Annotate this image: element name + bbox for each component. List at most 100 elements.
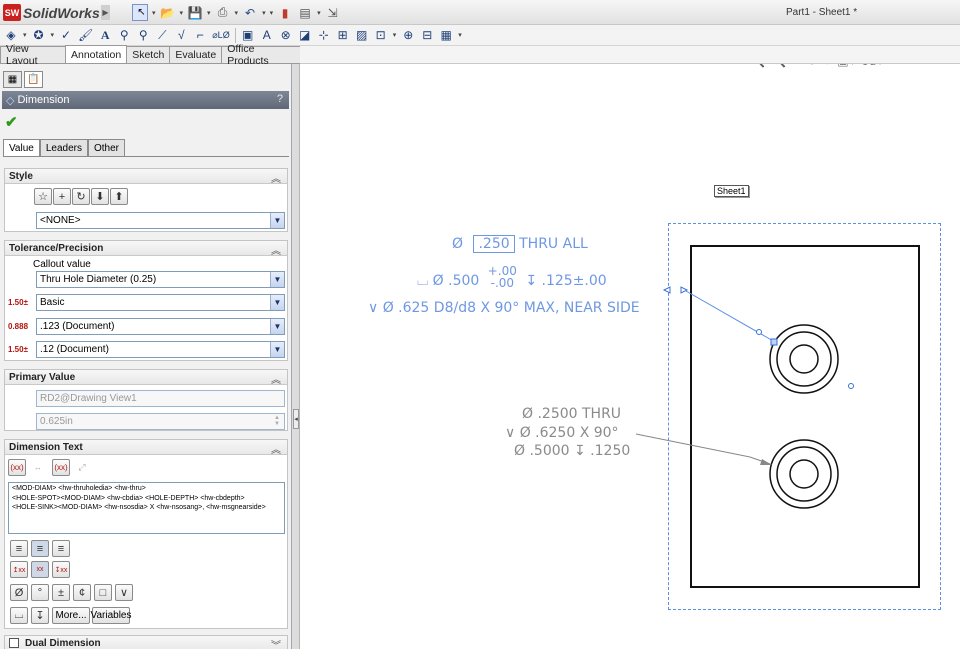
smart-dimension-icon[interactable]: ◈: [4, 27, 18, 44]
align-left-icon[interactable]: ≡: [10, 540, 28, 557]
datum-feature-icon[interactable]: A: [260, 27, 274, 44]
note-icon[interactable]: A: [98, 27, 112, 44]
primary-precision-select[interactable]: .123 (Document) ▼: [36, 318, 285, 335]
add-style-icon[interactable]: +: [53, 188, 71, 205]
expand-chevron-icon[interactable]: ︾: [271, 637, 281, 649]
dual-dimension-checkbox[interactable]: [9, 638, 19, 648]
dimension-name-field[interactable]: RD2@Drawing View1: [36, 390, 285, 407]
depth-icon[interactable]: ↧: [31, 607, 49, 624]
chevron-down-icon[interactable]: ▼: [270, 272, 284, 287]
text-above-icon[interactable]: ↥xx: [10, 561, 28, 578]
tab-other[interactable]: Other: [87, 139, 125, 156]
more-symbols-button[interactable]: More...: [52, 607, 90, 624]
chevron-down-icon[interactable]: ▼: [270, 319, 284, 334]
symbol-plusminus-button[interactable]: ±: [52, 584, 70, 601]
dimension-text-header[interactable]: Dimension Text ︽: [5, 440, 287, 456]
tab-annotation[interactable]: Annotation: [65, 45, 128, 63]
open-folder-icon[interactable]: 📂: [160, 4, 176, 22]
tolerance-precision-select[interactable]: .12 (Document) ▼: [36, 341, 285, 358]
symbol-countersink-button[interactable]: ∨: [115, 584, 133, 601]
tolerance-group-header[interactable]: Tolerance/Precision ︽: [5, 241, 287, 257]
add-parentheses-icon[interactable]: (xx): [8, 459, 26, 476]
ok-check-icon[interactable]: ✔: [5, 113, 18, 131]
save-dropdown-icon[interactable]: ▾: [207, 9, 211, 17]
new-dropdown-icon[interactable]: ▾: [152, 9, 156, 17]
symbol-degree-button[interactable]: °: [31, 584, 49, 601]
inspection-dimension-icon[interactable]: (xx): [52, 459, 70, 476]
apply-default-style-icon[interactable]: ☆: [34, 188, 52, 205]
center-dimension-icon[interactable]: ↔: [29, 459, 47, 476]
chevron-down-icon[interactable]: ▼: [270, 213, 284, 228]
dual-dimension-header[interactable]: Dual Dimension ︾: [5, 636, 287, 649]
surface-finish-icon[interactable]: √: [174, 27, 188, 44]
magnetic-line-icon[interactable]: ⟋: [155, 27, 169, 44]
collapse-chevron-icon[interactable]: ︽: [271, 371, 281, 386]
gray-callout-line-1[interactable]: Ø .2500 THRU: [522, 406, 621, 422]
smart-dimension-dropdown-icon[interactable]: ▾: [23, 31, 27, 39]
centerline-icon[interactable]: ⊞: [336, 27, 350, 44]
variables-button[interactable]: Variables: [91, 607, 131, 624]
save-icon[interactable]: 💾: [187, 4, 203, 22]
tolerance-type-select[interactable]: Basic ▼: [36, 294, 285, 311]
text-inline-icon[interactable]: xx: [31, 561, 49, 578]
hole-callout-line-1[interactable]: Ø .250 THRU ALL: [452, 235, 588, 253]
blocks-icon[interactable]: ◪: [298, 27, 312, 44]
hole-callout-icon[interactable]: ⌀LØ: [212, 27, 229, 44]
model-items-dropdown-icon[interactable]: ▾: [51, 31, 55, 39]
save-style-icon[interactable]: ⬇: [91, 188, 109, 205]
style-select[interactable]: <NONE> ▼: [36, 212, 285, 229]
style-group-header[interactable]: Style ︽: [5, 169, 287, 185]
weld-symbol-icon[interactable]: ⌐: [193, 27, 207, 44]
drawing-canvas[interactable]: 🔍 🔍 ↩ ⟳ ◐ ▣▾ 6ɑ▾ Sheet1 Ø .250 THRU AL: [300, 64, 960, 649]
format-painter-icon[interactable]: 🖌: [78, 27, 93, 44]
print-icon[interactable]: ⎙: [215, 4, 231, 22]
center-mark-icon[interactable]: ⊹: [317, 27, 331, 44]
collapse-chevron-icon[interactable]: ︽: [271, 170, 281, 185]
revision-dropdown-icon[interactable]: ▾: [393, 31, 397, 39]
model-items-icon[interactable]: ✪: [32, 27, 46, 44]
spell-checker-icon[interactable]: ✓: [59, 27, 73, 44]
gray-callout-line-3[interactable]: Ø .5000 ↧ .1250: [514, 443, 630, 459]
help-icon[interactable]: ?: [277, 93, 283, 105]
collapse-chevron-icon[interactable]: ︽: [271, 242, 281, 257]
customize-icon[interactable]: ⇲: [325, 4, 341, 22]
primary-value-header[interactable]: Primary Value ︽: [5, 370, 287, 386]
options-dropdown-icon[interactable]: ▾: [317, 9, 321, 17]
datum-target-icon[interactable]: ⊗: [279, 27, 293, 44]
undo-dropdown-icon[interactable]: ▾: [262, 9, 266, 17]
symbol-diameter-button[interactable]: Ø: [10, 584, 28, 601]
symbol-square-button[interactable]: □: [94, 584, 112, 601]
tab-value[interactable]: Value: [3, 139, 40, 156]
property-manager-tab-icon[interactable]: 📋: [24, 71, 43, 88]
gray-callout-line-2[interactable]: ∨ Ø .6250 X 90°: [505, 425, 619, 441]
align-right-icon[interactable]: ≡: [52, 540, 70, 557]
dimension-align-icon[interactable]: ⊟: [420, 27, 434, 44]
revision-cloud-icon[interactable]: ⊡: [374, 27, 388, 44]
counterbore-icon[interactable]: ⌴: [10, 607, 28, 624]
balloon-icon[interactable]: ⚲: [117, 27, 131, 44]
text-below-icon[interactable]: ↧xx: [52, 561, 70, 578]
align-center-icon[interactable]: ≡: [31, 540, 49, 557]
panel-splitter[interactable]: ◂: [292, 64, 300, 649]
dimension-value-field[interactable]: 0.625in ▲ ▼: [36, 413, 285, 430]
auto-balloon-icon[interactable]: ⚲: [136, 27, 150, 44]
feature-tree-tab-icon[interactable]: ▦: [3, 71, 22, 88]
tab-office-products[interactable]: Office Products: [221, 43, 301, 67]
select-pointer-icon[interactable]: ↖: [132, 4, 148, 21]
table-icon[interactable]: ▦: [439, 27, 453, 44]
symbol-centerline-button[interactable]: ¢: [73, 584, 91, 601]
area-hatch-icon[interactable]: ▨: [355, 27, 369, 44]
solidworks-logo[interactable]: SW SolidWorks: [3, 3, 100, 22]
dimension-text-area[interactable]: <MOD-DIAM> <hw-thruholedia> <hw-thru> <H…: [8, 482, 285, 534]
rebuild-icon[interactable]: ▮: [277, 4, 293, 22]
print-dropdown-icon[interactable]: ▾: [235, 9, 239, 17]
chevron-down-icon[interactable]: ▼: [270, 342, 284, 357]
tab-leaders[interactable]: Leaders: [39, 139, 88, 156]
undo-icon[interactable]: ↶: [242, 4, 258, 22]
chevron-down-icon[interactable]: ▼: [270, 295, 284, 310]
tab-view-layout[interactable]: View Layout: [0, 43, 66, 67]
callout-value-select[interactable]: Thru Hole Diameter (0.25) ▼: [36, 271, 285, 288]
offset-text-icon[interactable]: ⤢: [73, 459, 91, 476]
tab-evaluate[interactable]: Evaluate: [169, 46, 223, 63]
spin-arrows-icon[interactable]: ▲ ▼: [271, 415, 283, 428]
